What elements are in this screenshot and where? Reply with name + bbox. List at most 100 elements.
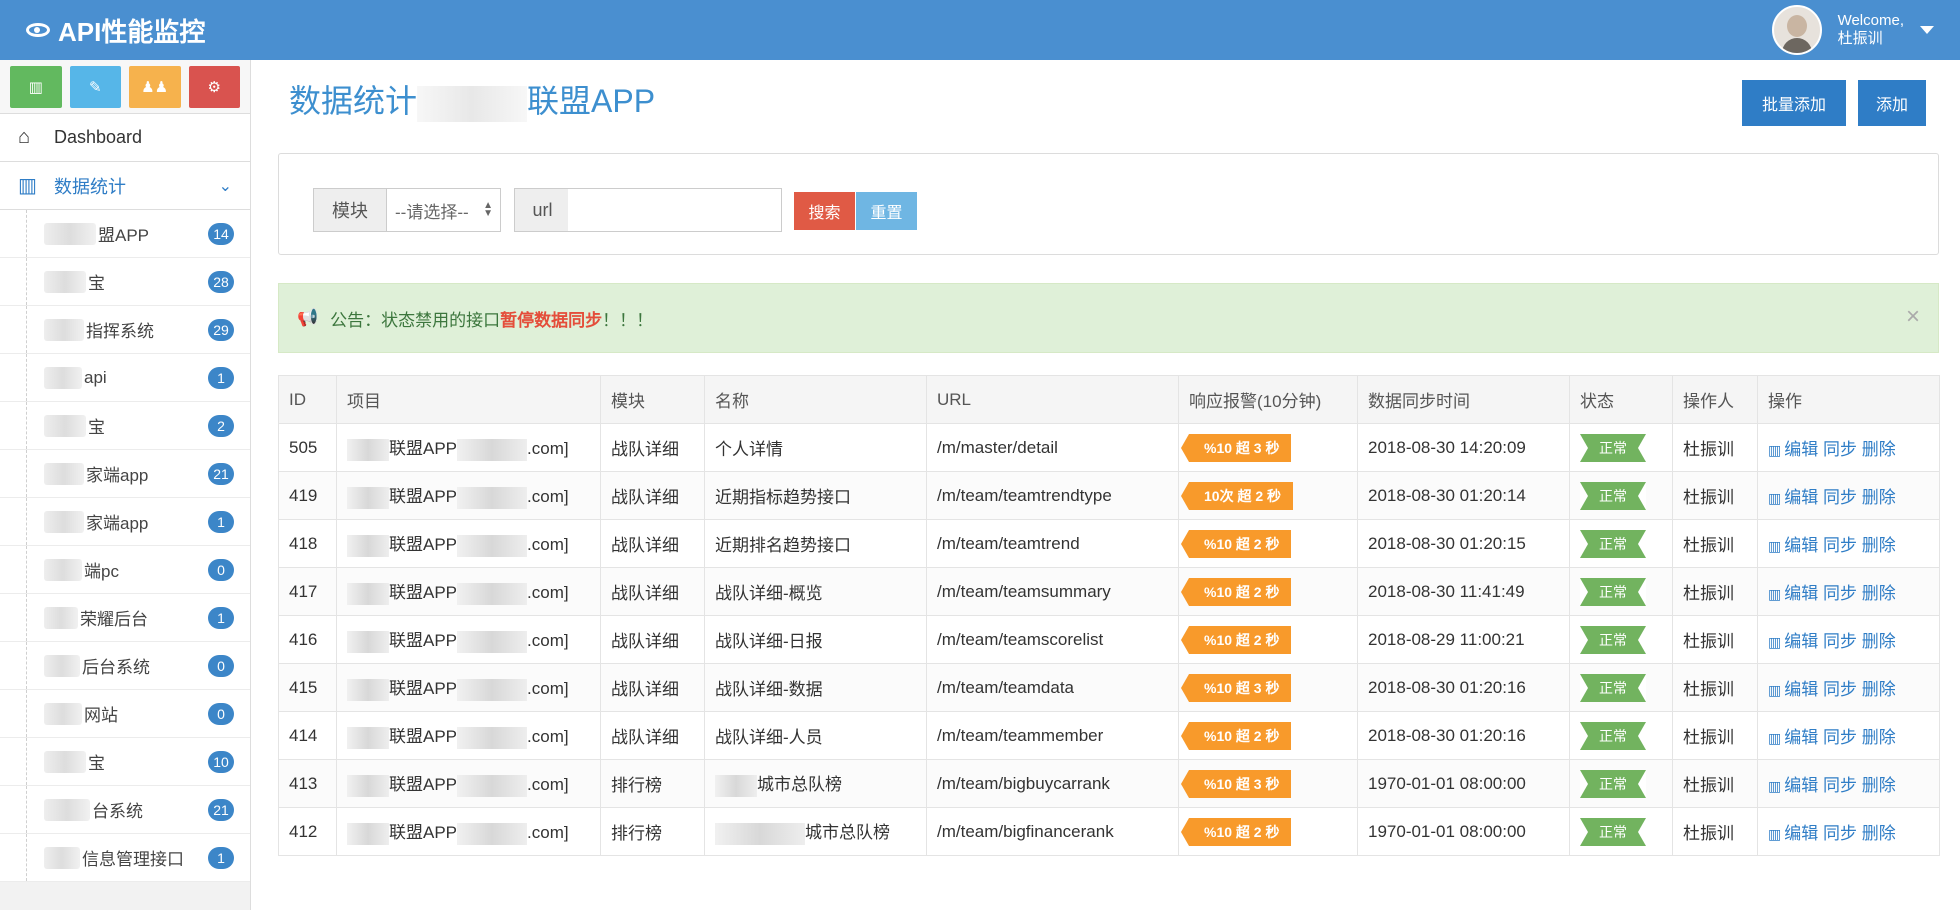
cell-sync-time: 1970-01-01 08:00:00 xyxy=(1357,759,1570,808)
reset-button[interactable]: 重置 xyxy=(856,192,917,230)
sidebar-subitem[interactable]: api 1 xyxy=(0,354,250,402)
redacted-text xyxy=(347,582,389,605)
edit-link[interactable]: 编辑 xyxy=(1784,728,1818,747)
sidebar-subitem[interactable]: 信息管理接口 1 xyxy=(0,834,250,882)
sidebar-subitem[interactable]: 荣耀后台 1 xyxy=(0,594,250,642)
redacted-text xyxy=(44,702,82,725)
chart-icon[interactable]: ▥ xyxy=(1768,826,1781,842)
chart-icon[interactable]: ▥ xyxy=(1768,634,1781,650)
sync-link[interactable]: 同步 xyxy=(1823,536,1857,555)
table-row: 416 联盟APP .com] 战队详细 战队详细-日报/m/team/teamscor… xyxy=(278,615,1940,664)
sidebar-subitem[interactable]: 家端app 21 xyxy=(0,450,250,498)
sidebar-subitem[interactable]: 宝 10 xyxy=(0,738,250,786)
sidebar-subitem[interactable]: 网站 0 xyxy=(0,690,250,738)
cell-actions: ▥ 编辑 同步 删除 xyxy=(1757,759,1940,808)
column-header[interactable]: 操作人 xyxy=(1672,375,1758,424)
chart-icon[interactable]: ▥ xyxy=(1768,490,1781,506)
sidebar-subitem-label: 宝 xyxy=(88,418,105,437)
redacted-text xyxy=(347,486,389,509)
project-name: 联盟APP xyxy=(389,535,458,555)
chart-icon[interactable]: ▥ xyxy=(1768,586,1781,602)
sync-link[interactable]: 同步 xyxy=(1823,776,1857,795)
sync-link[interactable]: 同步 xyxy=(1823,440,1857,459)
sync-link[interactable]: 同步 xyxy=(1823,488,1857,507)
api-table: ID 项目 模块 名称 URL 响应报警(10分钟) 数据同步时间 状态 操作人… xyxy=(278,375,1940,856)
chart-icon[interactable]: ▥ xyxy=(1768,442,1781,458)
delete-link[interactable]: 删除 xyxy=(1862,488,1896,507)
column-header[interactable]: 模块 xyxy=(600,375,705,424)
delete-link[interactable]: 删除 xyxy=(1862,824,1896,843)
sync-link[interactable]: 同步 xyxy=(1823,584,1857,603)
signal-button[interactable]: ▥ xyxy=(10,66,62,108)
count-badge: 0 xyxy=(208,655,234,677)
edit-link[interactable]: 编辑 xyxy=(1784,584,1818,603)
cell-module: 战队详细 xyxy=(600,711,705,760)
sidebar-subitem[interactable]: 盟APP 14 xyxy=(0,210,250,258)
chart-icon[interactable]: ▥ xyxy=(1768,538,1781,554)
column-header[interactable]: ID xyxy=(278,375,337,424)
delete-link[interactable]: 删除 xyxy=(1862,728,1896,747)
delete-link[interactable]: 删除 xyxy=(1862,584,1896,603)
edit-link[interactable]: 编辑 xyxy=(1784,776,1818,795)
count-badge: 28 xyxy=(208,271,234,293)
column-header[interactable]: 数据同步时间 xyxy=(1357,375,1570,424)
delete-link[interactable]: 删除 xyxy=(1862,440,1896,459)
chevron-down-icon[interactable] xyxy=(1920,26,1934,34)
sync-link[interactable]: 同步 xyxy=(1823,728,1857,747)
count-badge: 1 xyxy=(208,847,234,869)
redacted-text xyxy=(457,534,528,557)
cell-id: 417 xyxy=(278,567,337,616)
edit-link[interactable]: 编辑 xyxy=(1784,488,1818,507)
app-brand[interactable]: API性能监控 xyxy=(26,10,205,50)
redacted-text xyxy=(457,438,528,461)
sidebar-subitem[interactable]: 指挥系统 29 xyxy=(0,306,250,354)
sidebar-item-data-stats[interactable]: ▥ 数据统计 ⌄ xyxy=(0,162,250,210)
sidebar-menu: ⌂ Dashboard ▥ 数据统计 ⌄ 盟APP 14 宝 28 指挥系统 29 a… xyxy=(0,114,250,882)
url-label: url xyxy=(514,188,571,232)
notice-strong: 暂停数据同步 xyxy=(500,310,603,330)
delete-link[interactable]: 删除 xyxy=(1862,632,1896,651)
cell-id: 414 xyxy=(278,711,337,760)
column-header[interactable]: 项目 xyxy=(336,375,601,424)
delete-link[interactable]: 删除 xyxy=(1862,536,1896,555)
sidebar-subitem-label: 盟APP xyxy=(98,226,150,245)
cell-sync-time: 1970-01-01 08:00:00 xyxy=(1357,807,1570,856)
module-select[interactable]: --请选择-- ▲ ▼ xyxy=(387,188,501,232)
user-menu[interactable]: Welcome, 杜振训 xyxy=(1771,5,1934,55)
edit-link[interactable]: 编辑 xyxy=(1784,680,1818,699)
settings-button[interactable]: ⚙ xyxy=(188,66,240,108)
url-input[interactable] xyxy=(568,188,782,232)
sync-link[interactable]: 同步 xyxy=(1823,680,1857,699)
edit-link[interactable]: 编辑 xyxy=(1784,536,1818,555)
sidebar-item-dashboard[interactable]: ⌂ Dashboard xyxy=(0,114,250,162)
delete-link[interactable]: 删除 xyxy=(1862,776,1896,795)
chart-icon[interactable]: ▥ xyxy=(1768,682,1781,698)
redacted-text xyxy=(44,222,96,245)
column-header[interactable]: 状态 xyxy=(1569,375,1673,424)
sidebar-subitem[interactable]: 宝2 xyxy=(0,402,250,450)
add-button[interactable]: 添加 xyxy=(1858,80,1926,126)
chart-icon[interactable]: ▥ xyxy=(1768,778,1781,794)
edit-button[interactable]: ✎ xyxy=(69,66,121,108)
edit-link[interactable]: 编辑 xyxy=(1784,824,1818,843)
signal-icon: ▥ xyxy=(28,79,43,96)
delete-link[interactable]: 删除 xyxy=(1862,680,1896,699)
sidebar-subitem[interactable]: 后台系统 0 xyxy=(0,642,250,690)
edit-link[interactable]: 编辑 xyxy=(1784,440,1818,459)
column-header[interactable]: 名称 xyxy=(704,375,927,424)
sidebar-subitem[interactable]: 宝 28 xyxy=(0,258,250,306)
search-button[interactable]: 搜索 xyxy=(794,192,855,230)
edit-link[interactable]: 编辑 xyxy=(1784,632,1818,651)
sync-link[interactable]: 同步 xyxy=(1823,824,1857,843)
sync-link[interactable]: 同步 xyxy=(1823,632,1857,651)
sidebar-subitem[interactable]: 端pc 0 xyxy=(0,546,250,594)
column-header[interactable]: 响应报警(10分钟) xyxy=(1178,375,1358,424)
close-icon[interactable]: × xyxy=(1906,303,1920,331)
column-header[interactable]: URL xyxy=(926,375,1179,424)
sidebar-subitem[interactable]: 台系统 21 xyxy=(0,786,250,834)
chart-icon[interactable]: ▥ xyxy=(1768,730,1781,746)
batch-add-button[interactable]: 批量添加 xyxy=(1742,80,1846,126)
column-header[interactable]: 操作 xyxy=(1757,375,1940,424)
users-button[interactable]: ♟♟ xyxy=(129,66,181,108)
sidebar-subitem[interactable]: 家端app 1 xyxy=(0,498,250,546)
